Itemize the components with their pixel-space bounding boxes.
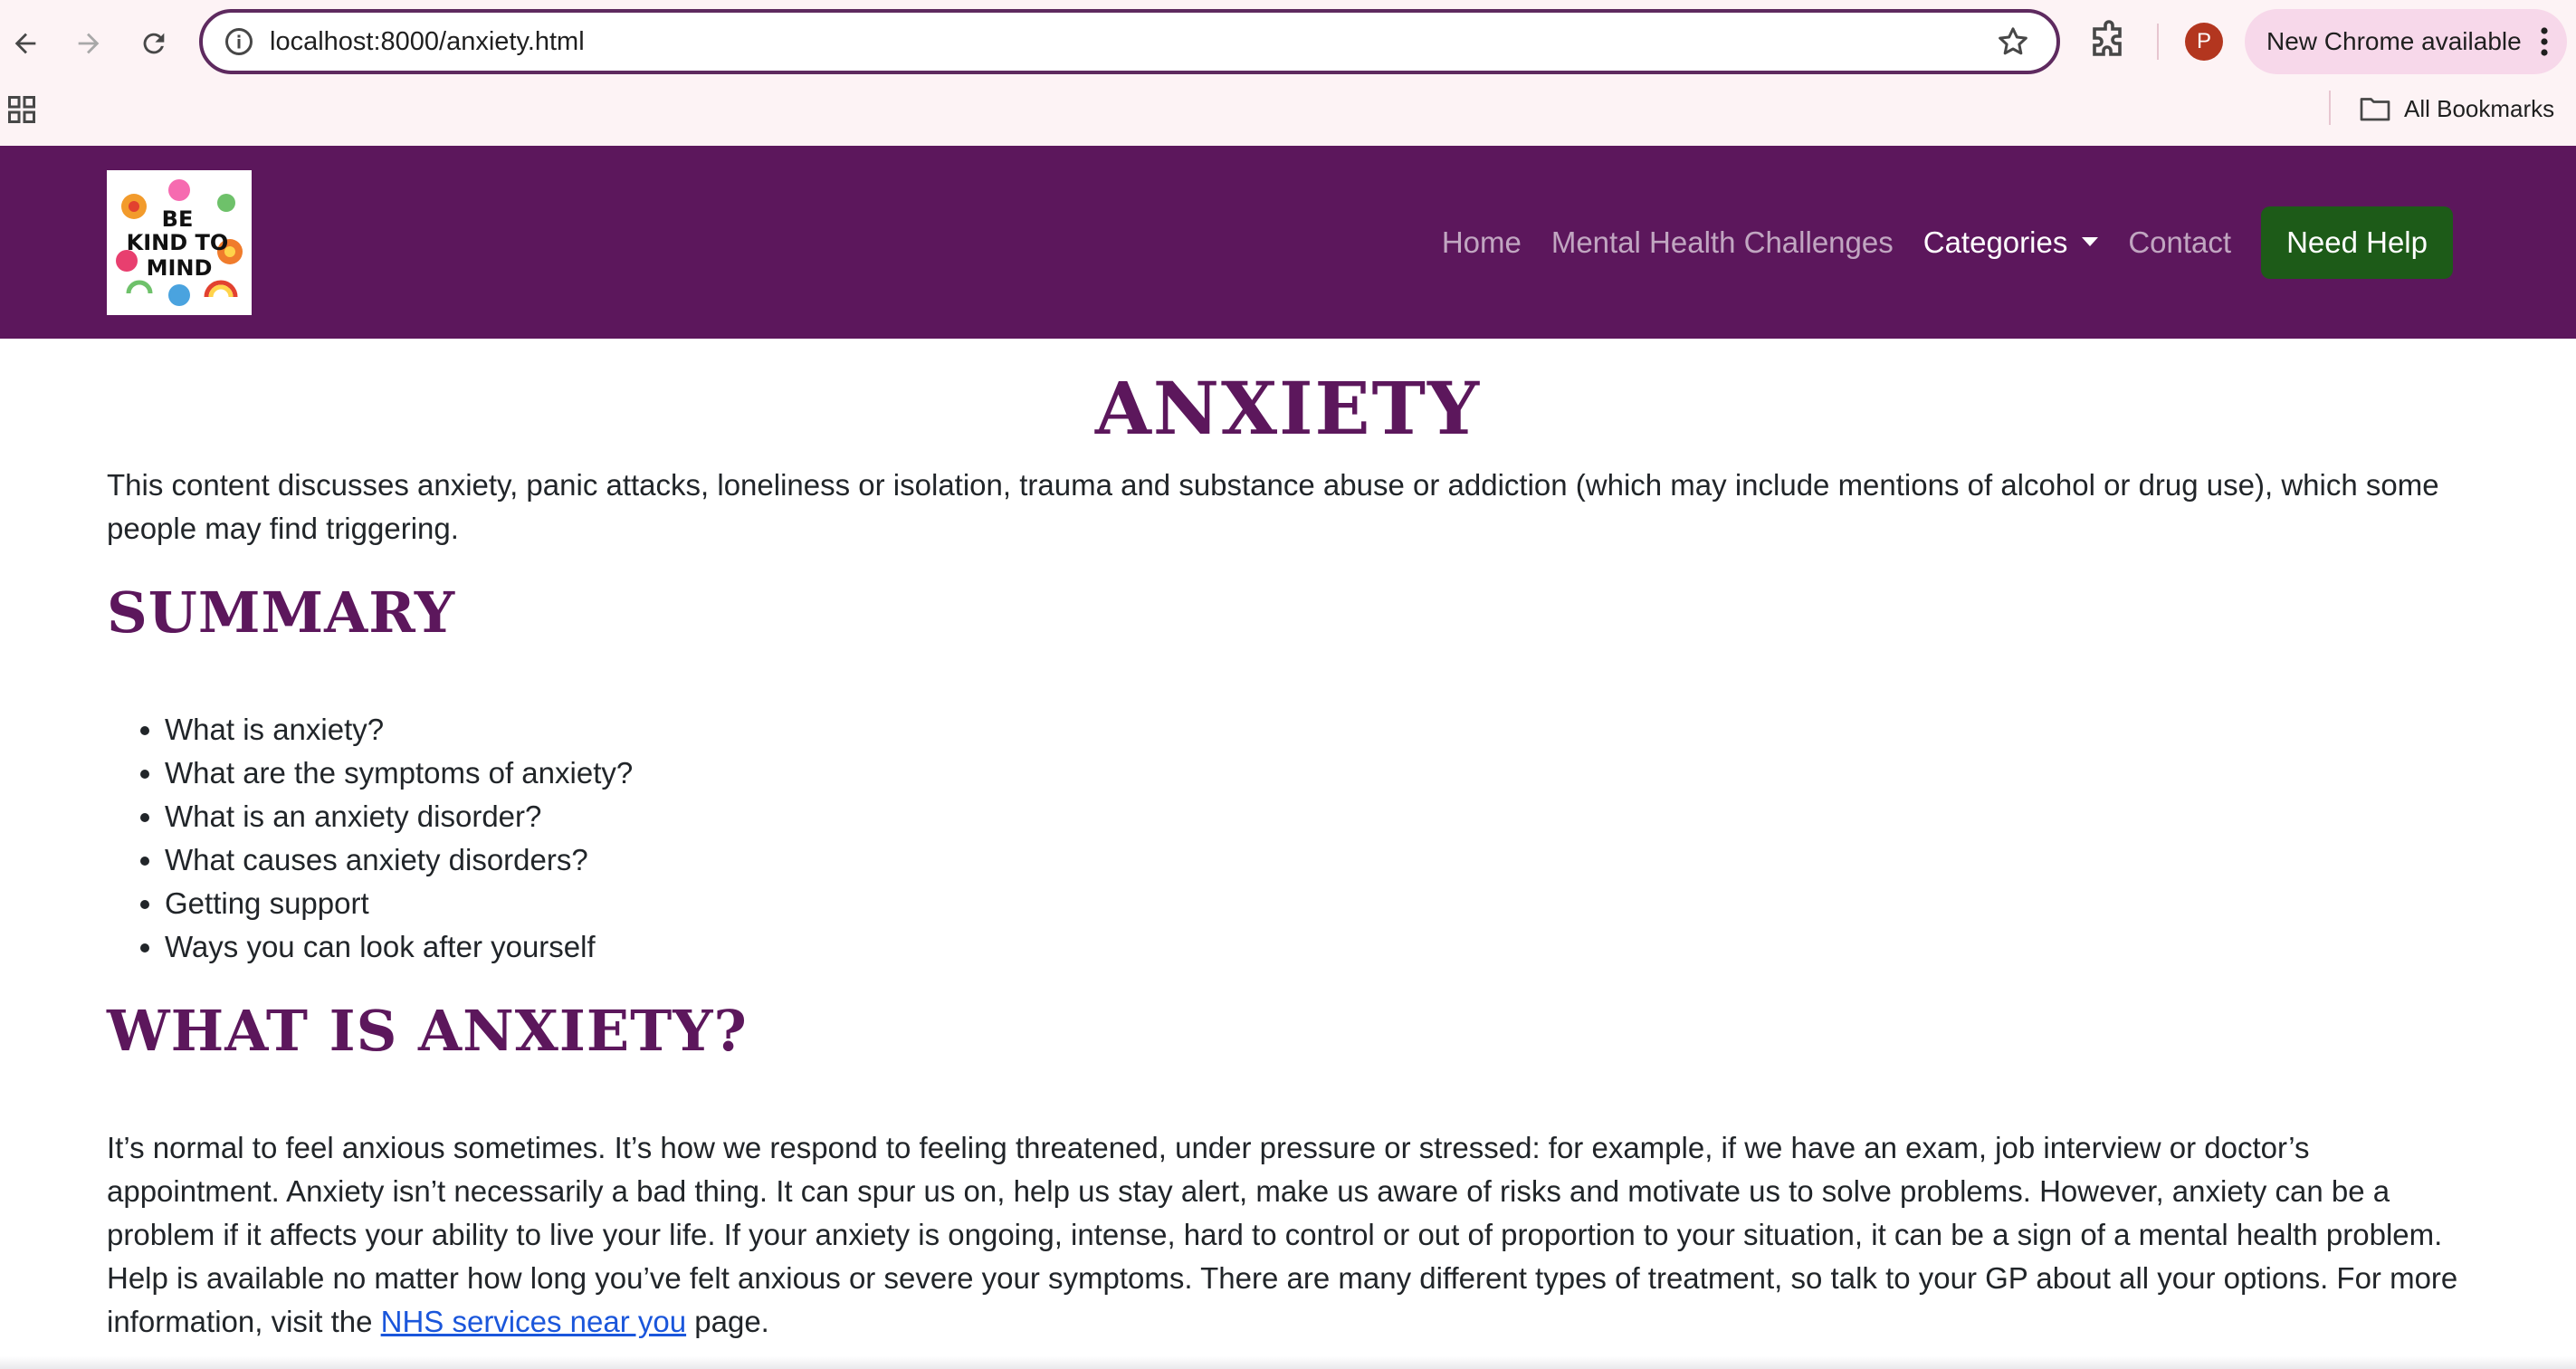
more-vert-icon <box>2541 27 2548 56</box>
forward-button[interactable] <box>63 18 114 69</box>
site-info-icon[interactable] <box>223 25 255 58</box>
profile-avatar[interactable]: P <box>2185 23 2223 61</box>
svg-text:BE: BE <box>162 206 194 232</box>
new-chrome-available-button[interactable]: New Chrome available <box>2245 9 2567 74</box>
summary-heading: SUMMARY <box>107 579 456 646</box>
reload-button[interactable] <box>129 18 179 69</box>
list-item: Getting support <box>139 882 633 925</box>
svg-text:KIND TO: KIND TO <box>127 230 229 255</box>
nav-categories-label: Categories <box>1922 225 2068 259</box>
main-menu: Home Mental Health Challenges Categories… <box>1442 206 2453 280</box>
list-item: What is anxiety? <box>139 708 633 752</box>
bookmark-star-icon[interactable] <box>1995 24 2031 60</box>
svg-text:MIND: MIND <box>147 255 213 281</box>
nav-home[interactable]: Home <box>1442 225 1522 260</box>
reload-icon <box>143 33 165 54</box>
list-item: What is an anxiety disorder? <box>139 795 633 838</box>
all-bookmarks-button[interactable]: All Bookmarks <box>2359 92 2554 125</box>
window-bottom-edge <box>0 1356 2576 1369</box>
nav-mental-health-challenges[interactable]: Mental Health Challenges <box>1551 225 1894 260</box>
site-logo[interactable]: BE KIND TO MIND <box>107 170 252 315</box>
back-button[interactable] <box>0 18 51 69</box>
paragraph-text-end: page. <box>686 1305 769 1338</box>
page-title: ANXIETY <box>1094 366 1482 451</box>
nav-categories-dropdown[interactable]: Categories <box>1923 225 2099 260</box>
apps-grid-icon[interactable] <box>5 93 38 126</box>
what-is-anxiety-heading: WHAT IS ANXIETY? <box>107 998 748 1064</box>
address-bar[interactable]: localhost:8000/anxiety.html <box>199 9 2060 74</box>
content-warning: This content discusses anxiety, panic at… <box>107 468 2439 545</box>
update-label: New Chrome available <box>2266 27 2522 55</box>
back-arrow-icon <box>14 33 36 54</box>
list-item: Ways you can look after yourself <box>139 925 633 969</box>
browser-chrome: localhost:8000/anxiety.html P New Chrome… <box>0 0 2576 146</box>
folder-icon <box>2360 98 2390 121</box>
list-item: What causes anxiety disorders? <box>139 838 633 882</box>
url-text[interactable]: localhost:8000/anxiety.html <box>270 27 585 57</box>
all-bookmarks-label: All Bookmarks <box>2404 94 2555 122</box>
need-help-button[interactable]: Need Help <box>2261 206 2453 279</box>
forward-arrow-icon <box>78 33 100 54</box>
be-kind-to-your-mind-logo: BE KIND TO MIND <box>107 170 252 315</box>
what-is-anxiety-paragraph: It’s normal to feel anxious sometimes. I… <box>107 1126 2469 1344</box>
list-item: What are the symptoms of anxiety? <box>139 752 633 795</box>
nav-contact[interactable]: Contact <box>2128 225 2231 260</box>
extensions-icon[interactable] <box>2087 20 2131 63</box>
bookmarks-divider <box>2329 91 2331 125</box>
toolbar-divider <box>2157 24 2159 60</box>
nhs-services-link[interactable]: NHS services near you <box>381 1305 686 1338</box>
dropdown-caret-icon <box>2082 237 2099 247</box>
summary-list: What is anxiety? What are the symptoms o… <box>139 708 633 969</box>
